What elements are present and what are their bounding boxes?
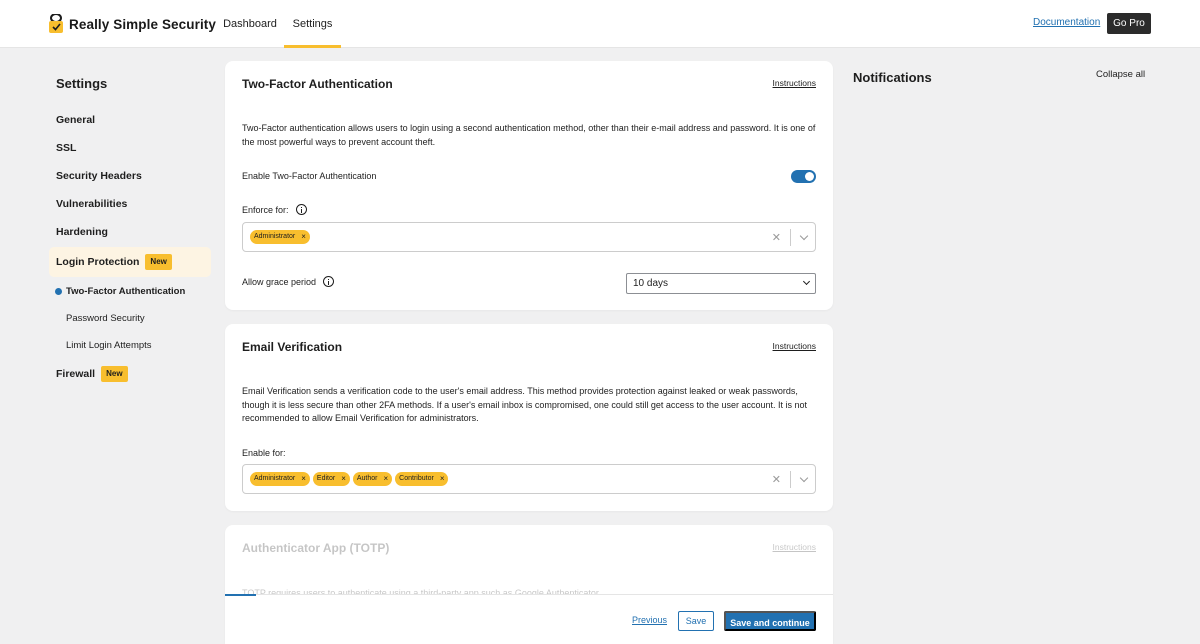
clear-icon[interactable]: ✕ bbox=[772, 473, 781, 486]
sidebar-subitem-two-factor[interactable]: Two-Factor Authentication bbox=[66, 286, 185, 297]
go-pro-button[interactable]: Go Pro bbox=[1107, 13, 1151, 34]
top-bar: Really Simple Security Dashboard Setting… bbox=[0, 0, 1200, 48]
previous-button[interactable]: Previous bbox=[632, 615, 667, 625]
save-button[interactable]: Save bbox=[678, 611, 714, 631]
chip-label: Administrator bbox=[254, 233, 296, 240]
enable-for-text: Enable for: bbox=[242, 448, 286, 458]
sidebar-subitem-password-security[interactable]: Password Security bbox=[66, 313, 145, 324]
app-name: Really Simple Security bbox=[69, 16, 217, 32]
tab-dashboard[interactable]: Dashboard bbox=[217, 0, 283, 48]
chevron-down-icon[interactable] bbox=[799, 231, 809, 241]
grace-period-text: Allow grace period bbox=[242, 276, 317, 287]
sidebar-item-hardening[interactable]: Hardening bbox=[56, 226, 108, 238]
remove-chip-icon[interactable]: × bbox=[384, 472, 389, 486]
active-dot-icon bbox=[55, 288, 62, 295]
role-chip: Contributor × bbox=[395, 472, 449, 486]
grace-period-select[interactable]: 10 days bbox=[626, 273, 816, 294]
sidebar-item-firewall[interactable]: Firewall New bbox=[56, 366, 128, 382]
remove-chip-icon[interactable]: × bbox=[301, 472, 306, 486]
card-title: Email Verification bbox=[242, 340, 343, 354]
sidebar-title: Settings bbox=[56, 76, 108, 91]
grace-period-label: Allow grace period bbox=[242, 276, 335, 287]
shield-icon bbox=[48, 13, 64, 34]
save-and-continue-button[interactable]: Save and continue bbox=[724, 611, 816, 631]
sidebar-item-label: Firewall bbox=[56, 367, 96, 380]
remove-chip-icon[interactable]: × bbox=[440, 472, 445, 486]
sidebar-item-label: Login Protection bbox=[56, 256, 140, 268]
role-chip: Administrator × bbox=[250, 472, 310, 486]
role-chip: Administrator × bbox=[250, 230, 310, 244]
role-chip: Author × bbox=[352, 472, 393, 486]
sidebar-item-security-headers[interactable]: Security Headers bbox=[56, 170, 142, 182]
documentation-link[interactable]: Documentation bbox=[1033, 17, 1100, 28]
settings-footer: Previous Save Save and continue bbox=[225, 594, 833, 644]
card-title: Two-Factor Authentication bbox=[242, 77, 393, 91]
sidebar-subitem-limit-login[interactable]: Limit Login Attempts bbox=[66, 340, 152, 351]
enforce-for-label: Enforce for: bbox=[242, 204, 307, 215]
collapse-all-button[interactable]: Collapse all bbox=[1096, 69, 1145, 80]
card-description: Email Verification sends a verification … bbox=[242, 386, 808, 424]
sidebar-item-ssl[interactable]: SSL bbox=[56, 142, 76, 154]
enable-for-label: Enable for: bbox=[242, 448, 286, 458]
enforce-roles-select[interactable]: Administrator × ✕ bbox=[242, 222, 816, 252]
instructions-link[interactable]: Instructions bbox=[773, 341, 816, 351]
chevron-down-icon[interactable] bbox=[799, 473, 809, 483]
logo[interactable]: Really Simple Security bbox=[48, 13, 217, 34]
info-icon[interactable] bbox=[323, 276, 335, 287]
divider bbox=[790, 471, 791, 488]
instructions-link[interactable]: Instructions bbox=[773, 78, 816, 88]
enable-2fa-text: Enable Two-Factor Authentication bbox=[242, 171, 377, 181]
remove-chip-icon[interactable]: × bbox=[341, 472, 346, 486]
two-factor-card: Two-Factor Authentication Instructions T… bbox=[225, 61, 833, 310]
tab-settings[interactable]: Settings bbox=[284, 0, 341, 48]
info-icon[interactable] bbox=[295, 204, 307, 215]
enforce-for-text: Enforce for: bbox=[242, 204, 289, 215]
clear-icon[interactable]: ✕ bbox=[772, 231, 781, 244]
chip-label: Administrator bbox=[254, 475, 296, 482]
chip-label: Author bbox=[356, 475, 378, 482]
chip-label: Contributor bbox=[399, 475, 434, 482]
new-badge: New bbox=[145, 254, 172, 271]
notifications-title: Notifications bbox=[853, 70, 932, 85]
remove-chip-icon[interactable]: × bbox=[301, 230, 306, 244]
enable-2fa-toggle[interactable] bbox=[791, 170, 816, 183]
role-chip: Editor × bbox=[312, 472, 350, 486]
sidebar-item-login-protection[interactable]: Login Protection New bbox=[49, 247, 211, 277]
card-description: Two-Factor authentication allows users t… bbox=[242, 123, 816, 147]
sidebar-item-vulnerabilities[interactable]: Vulnerabilities bbox=[56, 198, 127, 210]
card-title: Authenticator App (TOTP) bbox=[242, 541, 390, 555]
instructions-link[interactable]: Instructions bbox=[773, 542, 816, 552]
email-roles-select[interactable]: Administrator × Editor × Author × Contribut… bbox=[242, 464, 816, 494]
progress-bar bbox=[225, 594, 256, 596]
sidebar-item-general[interactable]: General bbox=[56, 114, 95, 126]
chevron-down-icon bbox=[802, 277, 811, 286]
grace-period-value: 10 days bbox=[633, 278, 669, 289]
chip-label: Editor bbox=[316, 475, 336, 482]
email-verification-card: Email Verification Instructions Email Ve… bbox=[225, 324, 833, 511]
divider bbox=[790, 229, 791, 246]
enable-2fa-label: Enable Two-Factor Authentication bbox=[242, 171, 376, 181]
new-badge: New bbox=[101, 366, 128, 382]
